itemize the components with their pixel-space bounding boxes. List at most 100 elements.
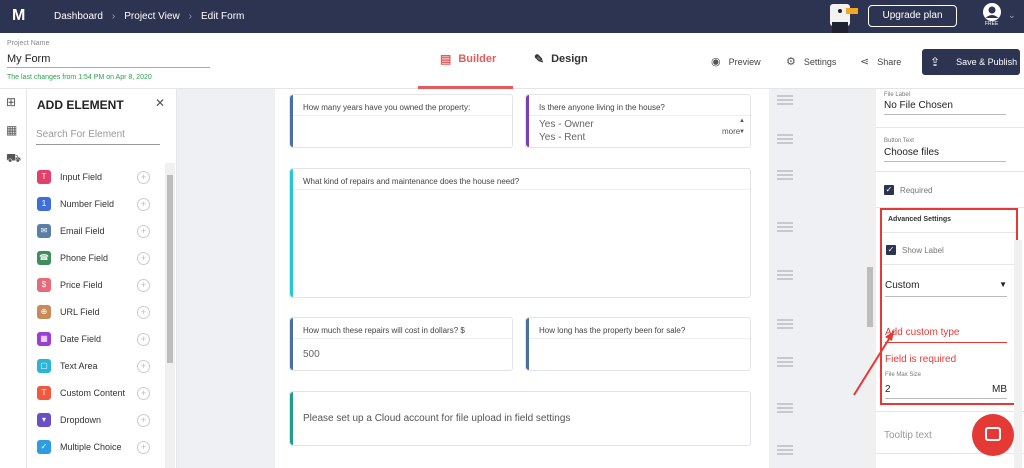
element-item-label: Multiple Choice (60, 442, 122, 452)
element-item[interactable]: ▾ Dropdown + (37, 410, 157, 430)
chat-support-button[interactable] (972, 414, 1014, 456)
divider (876, 127, 1024, 128)
drag-handle-icon[interactable] (777, 445, 793, 455)
form-field-repairs-needed[interactable]: What kind of repairs and maintenance doe… (289, 168, 751, 298)
form-field-file-upload[interactable]: Please set up a Cloud account for file u… (289, 391, 751, 446)
grid-icon[interactable]: ▦ (6, 123, 20, 137)
element-search-input[interactable]: Search For Element (36, 127, 160, 145)
add-circle-icon[interactable]: + (137, 386, 150, 400)
share-button[interactable]: ⋖ Share (860, 55, 901, 68)
element-type-icon: ⊕ (37, 305, 51, 319)
scroll-down-icon[interactable]: ▼ (739, 129, 745, 135)
chevron-down-icon[interactable]: ⌄ (1008, 10, 1016, 21)
element-item[interactable]: 1 Number Field + (37, 194, 157, 214)
builder-grid-icon: ▤ (440, 52, 452, 66)
element-item[interactable]: $ Price Field + (37, 275, 157, 295)
cart-icon[interactable]: ⛟ (6, 151, 21, 165)
element-item[interactable]: ✉ Email Field + (37, 221, 157, 241)
element-type-icon: T (37, 170, 51, 184)
drag-handle-icon[interactable] (777, 403, 793, 413)
field-divider (529, 115, 750, 116)
breadcrumb-dashboard[interactable]: Dashboard (54, 11, 103, 22)
form-field-years-owned[interactable]: How many years have you owned the proper… (289, 94, 513, 148)
drag-handle-icon[interactable] (777, 170, 793, 180)
repair-cost-value: 500 (303, 349, 320, 360)
required-label: Required (900, 186, 933, 195)
field-accent-bar (526, 318, 529, 370)
tab-design[interactable]: ✎ Design (534, 52, 588, 66)
max-size-input[interactable]: 2 MB (885, 384, 1007, 399)
form-field-repair-cost[interactable]: How much these repairs will cost in doll… (289, 317, 513, 371)
app-logo[interactable]: M (12, 7, 30, 25)
drag-handle-icon[interactable] (777, 222, 793, 232)
field-question: How much these repairs will cost in doll… (303, 326, 465, 335)
drag-handle-icon[interactable] (777, 270, 793, 280)
save-and-publish-button[interactable]: ⇪ Save & Publish (922, 49, 1020, 75)
add-circle-icon[interactable]: + (137, 332, 150, 346)
element-item[interactable]: ☎ Phone Field + (37, 248, 157, 268)
drag-handle-icon[interactable] (777, 134, 793, 144)
add-circle-icon[interactable]: + (137, 440, 150, 454)
file-label-input[interactable]: No File Chosen (884, 99, 1006, 115)
element-item-label: URL Field (60, 307, 100, 317)
element-list-scrollbar[interactable] (165, 163, 175, 468)
canvas-scrollbar[interactable] (864, 89, 876, 468)
form-canvas: How many years have you owned the proper… (275, 89, 769, 468)
add-circle-icon[interactable]: + (137, 305, 150, 319)
element-type-icon: ☎ (37, 251, 51, 265)
add-circle-icon[interactable]: + (137, 413, 150, 427)
element-item[interactable]: T Custom Content + (37, 383, 157, 403)
add-circle-icon[interactable]: + (137, 278, 150, 292)
element-type-icon: 1 (37, 197, 51, 211)
show-label-checkbox[interactable]: ✓ (886, 245, 896, 255)
drag-handle-icon[interactable] (777, 357, 793, 367)
add-circle-icon[interactable]: + (137, 359, 150, 373)
element-item-label: Text Area (60, 361, 98, 371)
tab-builder[interactable]: ▤ Builder (440, 52, 496, 66)
element-type-icon: ✉ (37, 224, 51, 238)
scrollbar-thumb[interactable] (167, 175, 173, 363)
required-checkbox[interactable]: ✓ (884, 185, 894, 195)
scroll-up-icon[interactable]: ▲ (739, 118, 745, 124)
breadcrumb-project-view[interactable]: Project View (124, 11, 179, 22)
add-element-icon[interactable]: ⊞ (6, 95, 20, 109)
settings-button[interactable]: ⚙ Settings (786, 55, 836, 68)
scrollbar-thumb[interactable] (867, 267, 873, 327)
close-icon[interactable]: ✕ (155, 96, 165, 110)
element-item[interactable]: T Input Field + (37, 167, 157, 187)
type-select[interactable]: Custom ▼ (885, 280, 1007, 297)
form-field-time-for-sale[interactable]: How long has the property been for sale? (525, 317, 751, 371)
element-item-label: Date Field (60, 334, 102, 344)
project-name-input[interactable]: My Form (7, 51, 210, 68)
element-item-label: Price Field (60, 280, 103, 290)
element-item-label: Input Field (60, 172, 103, 182)
add-circle-icon[interactable]: + (137, 224, 150, 238)
chat-icon (985, 427, 1001, 441)
editor-header: Project Name My Form The last changes fr… (0, 33, 1024, 89)
chevron-right-icon: › (188, 11, 193, 22)
tab-design-label: Design (551, 53, 588, 65)
add-circle-icon[interactable]: + (137, 251, 150, 265)
upgrade-plan-button[interactable]: Upgrade plan (868, 5, 957, 27)
add-circle-icon[interactable]: + (137, 197, 150, 211)
drag-handle-icon[interactable] (777, 319, 793, 329)
panel-title: ADD ELEMENT (37, 98, 124, 112)
add-circle-icon[interactable]: + (137, 170, 150, 184)
element-item[interactable]: ✓ Multiple Choice + (37, 437, 157, 457)
element-type-icon: ▾ (37, 413, 51, 427)
element-item[interactable]: ⊕ URL Field + (37, 302, 157, 322)
max-size-unit: MB (992, 384, 1007, 395)
settings-scrollbar[interactable] (1014, 240, 1022, 468)
element-item[interactable]: ▢ Text Area + (37, 356, 157, 376)
custom-type-input[interactable]: Add custom type (885, 327, 1007, 343)
left-tool-rail: ⊞ ▦ ⛟ (0, 89, 27, 468)
element-item[interactable]: ▦ Date Field + (37, 329, 157, 349)
field-accent-bar (290, 392, 293, 445)
drag-handle-icon[interactable] (777, 95, 793, 105)
more-link[interactable]: more (722, 127, 740, 136)
show-label-text: Show Label (902, 246, 944, 255)
button-text-input[interactable]: Choose files (884, 146, 1006, 162)
preview-button[interactable]: ◉ Preview (711, 55, 761, 68)
form-field-living-in-house[interactable]: Is there anyone living in the house? Yes… (525, 94, 751, 148)
pencil-icon: ✎ (534, 52, 545, 66)
